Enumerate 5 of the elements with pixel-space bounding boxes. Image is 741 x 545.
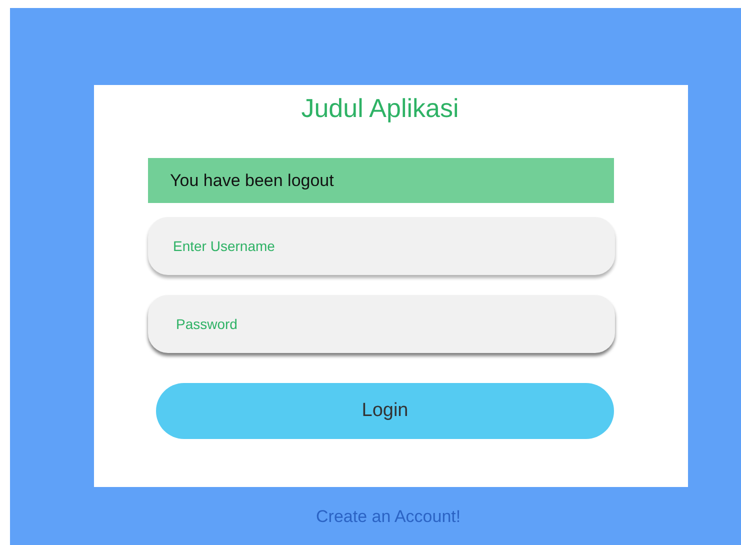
logout-alert: You have been logout [148, 158, 614, 203]
password-field[interactable]: Password [148, 295, 615, 353]
username-field[interactable]: Enter Username [148, 217, 615, 275]
login-button[interactable]: Login [156, 383, 614, 439]
app-title: Judul Aplikasi [300, 92, 460, 125]
